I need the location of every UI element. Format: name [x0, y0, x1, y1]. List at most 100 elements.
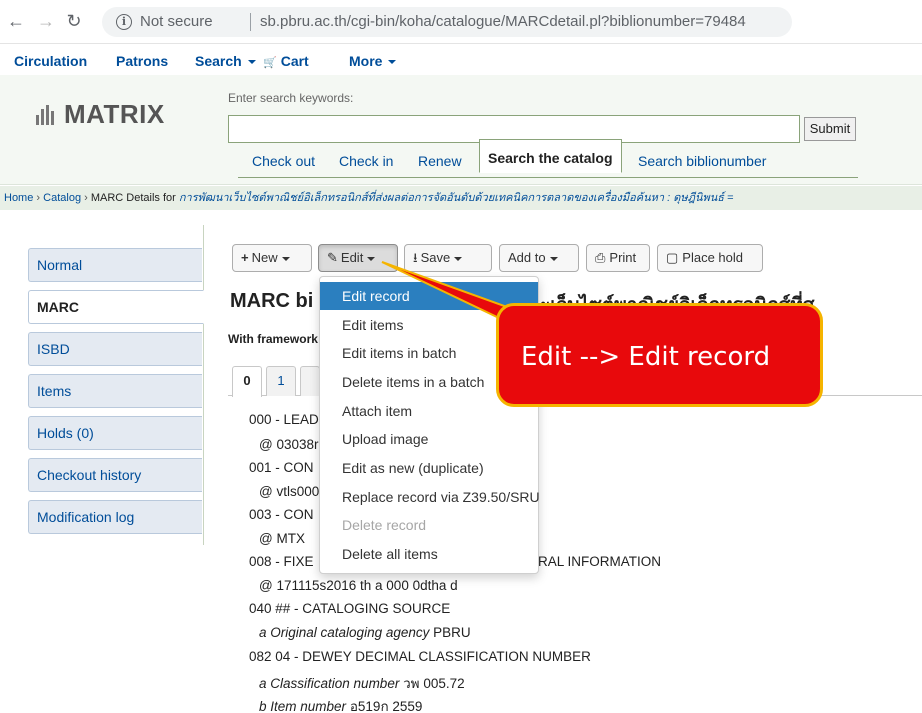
framework-label: With framework [228, 332, 318, 346]
subfield-code: b [259, 699, 271, 713]
subfield-value: วพ 005.72 [403, 676, 465, 691]
search-label: Enter search keywords: [228, 91, 354, 105]
top-menu: Circulation Patrons Search 🛒 Cart More [0, 45, 922, 75]
breadcrumb: Home › Catalog › MARC Details for การพัฒ… [0, 186, 922, 210]
address-bar[interactable]: i Not secure sb.pbru.ac.th/cgi-bin/koha/… [102, 7, 792, 37]
tab-renew[interactable]: Renew [418, 145, 462, 178]
place-hold-button-label: Place hold [682, 250, 744, 265]
forward-arrow-icon[interactable]: → [36, 11, 56, 31]
submit-button[interactable]: Submit [804, 117, 856, 141]
page-title-text: MARC bi [230, 290, 314, 312]
info-icon[interactable]: i [116, 14, 132, 30]
edit-button[interactable]: ✎ Edit [318, 244, 398, 272]
subfield-label: Item number [270, 699, 347, 713]
sidebar-item-normal[interactable]: Normal [28, 248, 202, 282]
menu-item-replace-record[interactable]: Replace record via Z39.50/SRU [320, 483, 540, 511]
menu-patrons[interactable]: Patrons [116, 53, 168, 69]
callout-text: Edit --> Edit record [521, 342, 771, 372]
marc-field-heading: 001 - CON [249, 460, 314, 475]
tab-check-out[interactable]: Check out [252, 145, 315, 178]
chevron-down-icon [549, 256, 558, 261]
sidebar-item-holds[interactable]: Holds (0) [28, 416, 202, 450]
chevron-down-icon [388, 60, 397, 65]
marc-subfield: a Classification number วพ 005.72 [259, 672, 465, 694]
menu-item-delete-record: Delete record [342, 517, 427, 533]
add-to-button-label: Add to [508, 250, 546, 265]
breadcrumb-separator: › [84, 192, 91, 204]
library-logo-icon [36, 103, 58, 125]
tab-tag-2[interactable] [300, 366, 320, 396]
new-button[interactable]: + New [232, 244, 312, 272]
marc-field-heading-tail: RAL INFORMATION [538, 554, 662, 569]
sidebar-item-items[interactable]: Items [28, 374, 202, 408]
tab-search-catalog[interactable]: Search the catalog [479, 139, 622, 173]
save-button-label: Save [420, 250, 451, 265]
place-hold-button[interactable]: ▢ Place hold [657, 244, 763, 272]
subfield-label: Classification number [270, 676, 400, 691]
breadcrumb-home[interactable]: Home [4, 192, 33, 204]
menu-cart[interactable]: 🛒 Cart [263, 53, 309, 69]
pencil-icon: ✎ [327, 250, 338, 265]
logo-text: MATRIX [64, 99, 165, 129]
chevron-down-icon [367, 256, 376, 261]
browser-toolbar: ← → ↻ i Not secure sb.pbru.ac.th/cgi-bin… [0, 0, 922, 44]
save-button[interactable]: ⭳ Save [404, 244, 492, 272]
menu-item-delete-all-items[interactable]: Delete all items [320, 540, 538, 568]
menu-search[interactable]: Search [195, 53, 256, 69]
marc-subfield: @ vtls000 [259, 484, 320, 499]
tab-search-biblionumber[interactable]: Search biblionumber [638, 145, 766, 178]
chevron-down-icon [454, 256, 463, 261]
subfield-value: อ519ก 2559 [349, 699, 423, 713]
chevron-down-icon [281, 256, 290, 261]
sidebar-item-checkout-history[interactable]: Checkout history [28, 458, 202, 492]
address-divider [250, 13, 251, 31]
search-tabs: Check out Check in Renew Search the cata… [238, 139, 858, 178]
subfield-value: PBRU [433, 625, 471, 640]
print-button[interactable]: ⎙ Print [586, 244, 650, 272]
marc-field-heading: 040 ## - CATALOGING SOURCE [249, 601, 451, 616]
marc-subfield: a Original cataloging agency PBRU [259, 625, 471, 640]
reload-icon[interactable]: ↻ [64, 11, 84, 31]
tab-check-in[interactable]: Check in [339, 145, 393, 178]
new-button-label: New [251, 250, 278, 265]
marc-field-heading: 000 - LEAD [249, 412, 319, 427]
back-arrow-icon[interactable]: ← [6, 11, 26, 31]
cart-icon: 🛒 [263, 57, 277, 69]
header: MATRIX Enter search keywords: Submit Che… [0, 75, 922, 185]
tab-tag-0[interactable]: 0 [232, 366, 262, 397]
menu-circulation[interactable]: Circulation [14, 53, 87, 69]
menu-cart-label: Cart [280, 53, 309, 69]
security-label: Not secure [140, 13, 213, 30]
annotation-callout: Edit --> Edit record [496, 303, 823, 407]
printer-icon: ⎙ [595, 250, 606, 265]
edit-button-label: Edit [340, 250, 364, 265]
menu-item-edit-as-new[interactable]: Edit as new (duplicate) [320, 454, 538, 482]
chevron-down-icon [247, 60, 256, 65]
menu-search-label: Search [195, 53, 242, 69]
subfield-label: Original cataloging agency [270, 625, 430, 640]
breadcrumb-record-title[interactable]: การพัฒนาเว็บไซต์พาณิชย์อิเล็กทรอนิกส์ที่… [179, 192, 734, 204]
sidebar-item-marc[interactable]: MARC [28, 290, 204, 324]
sticky-note-icon: ▢ [666, 250, 679, 265]
marc-field-heading: 003 - CON [249, 507, 314, 522]
page-title: MARC bi [230, 290, 313, 313]
sidebar-item-isbd[interactable]: ISBD [28, 332, 202, 366]
print-button-label: Print [609, 250, 637, 265]
menu-item-upload-image[interactable]: Upload image [320, 425, 538, 453]
add-to-button[interactable]: Add to [499, 244, 579, 272]
sidebar: Normal MARC ISBD Items Holds (0) Checkou… [28, 248, 204, 542]
tab-tag-1[interactable]: 1 [266, 366, 296, 396]
sidebar-item-modification-log[interactable]: Modification log [28, 500, 202, 534]
url-text[interactable]: sb.pbru.ac.th/cgi-bin/koha/catalogue/MAR… [260, 13, 746, 30]
marc-field-heading: 082 04 - DEWEY DECIMAL CLASSIFICATION NU… [249, 649, 591, 664]
subfield-code: a [259, 676, 271, 691]
menu-more[interactable]: More [349, 53, 397, 69]
download-icon: ⭳ [413, 250, 418, 265]
plus-icon: + [241, 250, 249, 265]
breadcrumb-catalog[interactable]: Catalog [43, 192, 81, 204]
breadcrumb-prefix: MARC Details for [90, 192, 176, 204]
subfield-code: a [259, 625, 271, 640]
marc-field-heading: 008 - FIXE [249, 554, 314, 569]
marc-subfield: @ 03038r [259, 437, 319, 452]
marc-subfield: b Item number อ519ก 2559 [259, 695, 422, 713]
